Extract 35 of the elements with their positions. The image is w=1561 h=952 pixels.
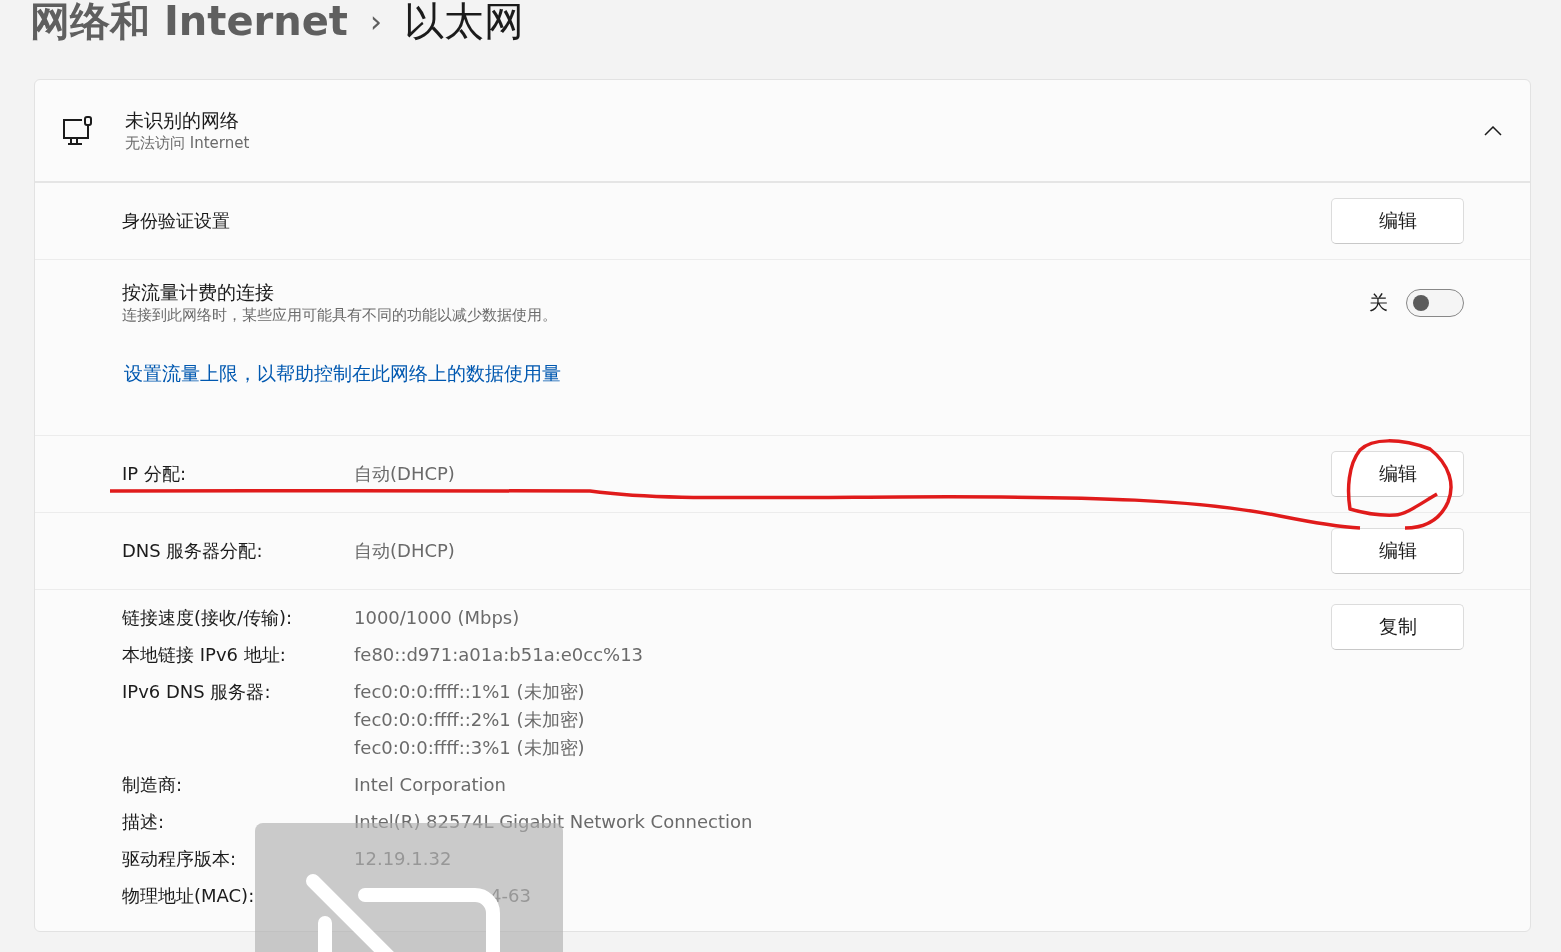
ethernet-monitor-icon	[61, 113, 95, 148]
property-label: 制造商:	[122, 773, 184, 797]
metered-connection-label: 按流量计费的连接	[122, 280, 275, 305]
property-label: IPv6 DNS 服务器:	[122, 680, 272, 704]
property-value: fec0:0:0:ffff::2%1 (未加密)	[354, 708, 586, 732]
property-value: Intel(R) 82574L Gigabit Network Connection	[354, 810, 754, 834]
dns-assignment-label: DNS 服务器分配:	[122, 539, 264, 563]
network-name: 未识别的网络	[125, 108, 240, 133]
toggle-state-label: 关	[1369, 290, 1388, 315]
metered-toggle[interactable]	[1406, 289, 1464, 317]
property-value: 1000/1000 (Mbps)	[354, 606, 521, 630]
ip-assignment-value: 自动(DHCP)	[354, 462, 455, 486]
edit-button[interactable]: 编辑	[1331, 198, 1464, 244]
property-label: 驱动程序版本:	[122, 847, 238, 871]
property-label: 链接速度(接收/传输):	[122, 606, 294, 630]
edit-button[interactable]: 编辑	[1331, 528, 1464, 574]
property-label: 描述:	[122, 810, 166, 834]
dns-assignment-value: 自动(DHCP)	[354, 539, 455, 563]
data-limit-link[interactable]: 设置流量上限，以帮助控制在此网络上的数据使用量	[124, 361, 561, 387]
chevron-icon[interactable]	[1484, 125, 1502, 136]
property-label: 本地链接 IPv6 地址:	[122, 643, 287, 667]
page-title: 以太网	[404, 0, 524, 46]
property-value: Intel Corporation	[354, 773, 507, 797]
property-value: fec0:0:0:ffff::1%1 (未加密)	[354, 680, 586, 704]
auth-settings-label: 身份验证设置	[122, 209, 230, 233]
metered-connection-description: 连接到此网络时，某些应用可能具有不同的功能以减少数据使用。	[122, 306, 558, 325]
copy-button[interactable]: 复制	[1331, 604, 1464, 650]
breadcrumb-separator: ›	[370, 3, 382, 39]
ip-assignment-label: IP 分配:	[122, 462, 187, 486]
network-status: 无法访问 Internet	[125, 134, 251, 153]
breadcrumb-parent[interactable]: 网络和 Internet	[30, 0, 348, 49]
property-value: fe80::d971:a01a:b51a:e0cc%13	[354, 643, 645, 667]
property-label: 物理地址(MAC):	[122, 884, 256, 908]
edit-button[interactable]: 编辑	[1331, 451, 1464, 497]
property-value: fec0:0:0:ffff::3%1 (未加密)	[354, 736, 586, 760]
